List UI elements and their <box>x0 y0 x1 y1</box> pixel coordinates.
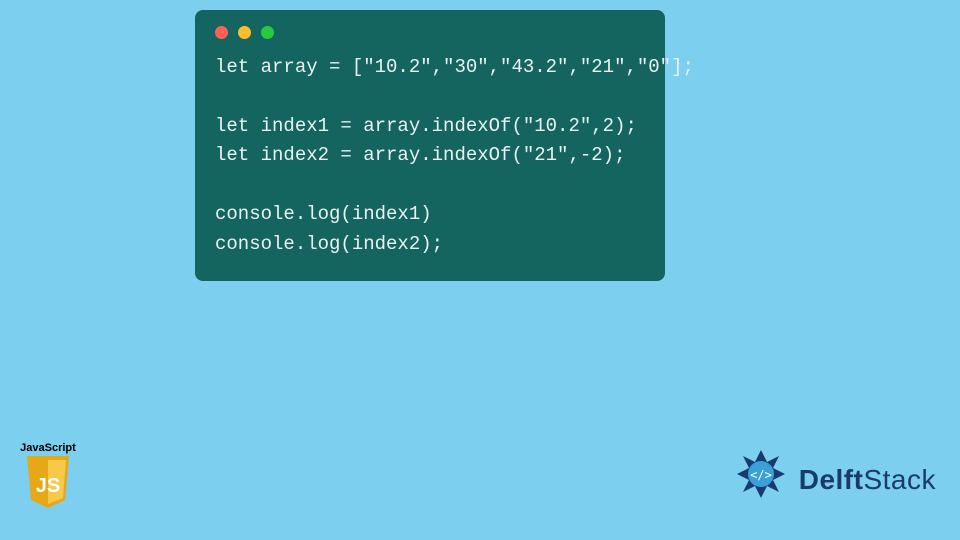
js-monogram: JS <box>36 475 60 497</box>
brand-logo-icon: </> <box>731 450 791 510</box>
window-controls <box>215 26 645 39</box>
brand: </> DelftStack <box>731 450 936 510</box>
maximize-dot-icon <box>261 26 274 39</box>
code-line: let index1 = array.indexOf("10.2",2); <box>215 115 637 137</box>
svg-text:</>: </> <box>750 468 772 482</box>
code-line: let array = ["10.2","30","43.2","21","0"… <box>215 56 694 78</box>
code-window: let array = ["10.2","30","43.2","21","0"… <box>195 10 665 281</box>
code-block: let array = ["10.2","30","43.2","21","0"… <box>215 53 645 259</box>
brand-name: DelftStack <box>799 464 936 496</box>
javascript-shield-icon: JS <box>25 456 71 508</box>
minimize-dot-icon <box>238 26 251 39</box>
code-line: console.log(index1) <box>215 203 432 225</box>
brand-name-light: Stack <box>863 464 936 495</box>
brand-name-bold: Delft <box>799 464 864 495</box>
code-line: console.log(index2); <box>215 233 443 255</box>
close-dot-icon <box>215 26 228 39</box>
code-line: let index2 = array.indexOf("21",-2); <box>215 144 625 166</box>
javascript-badge: JavaScript JS <box>18 442 78 508</box>
javascript-label: JavaScript <box>18 442 78 454</box>
